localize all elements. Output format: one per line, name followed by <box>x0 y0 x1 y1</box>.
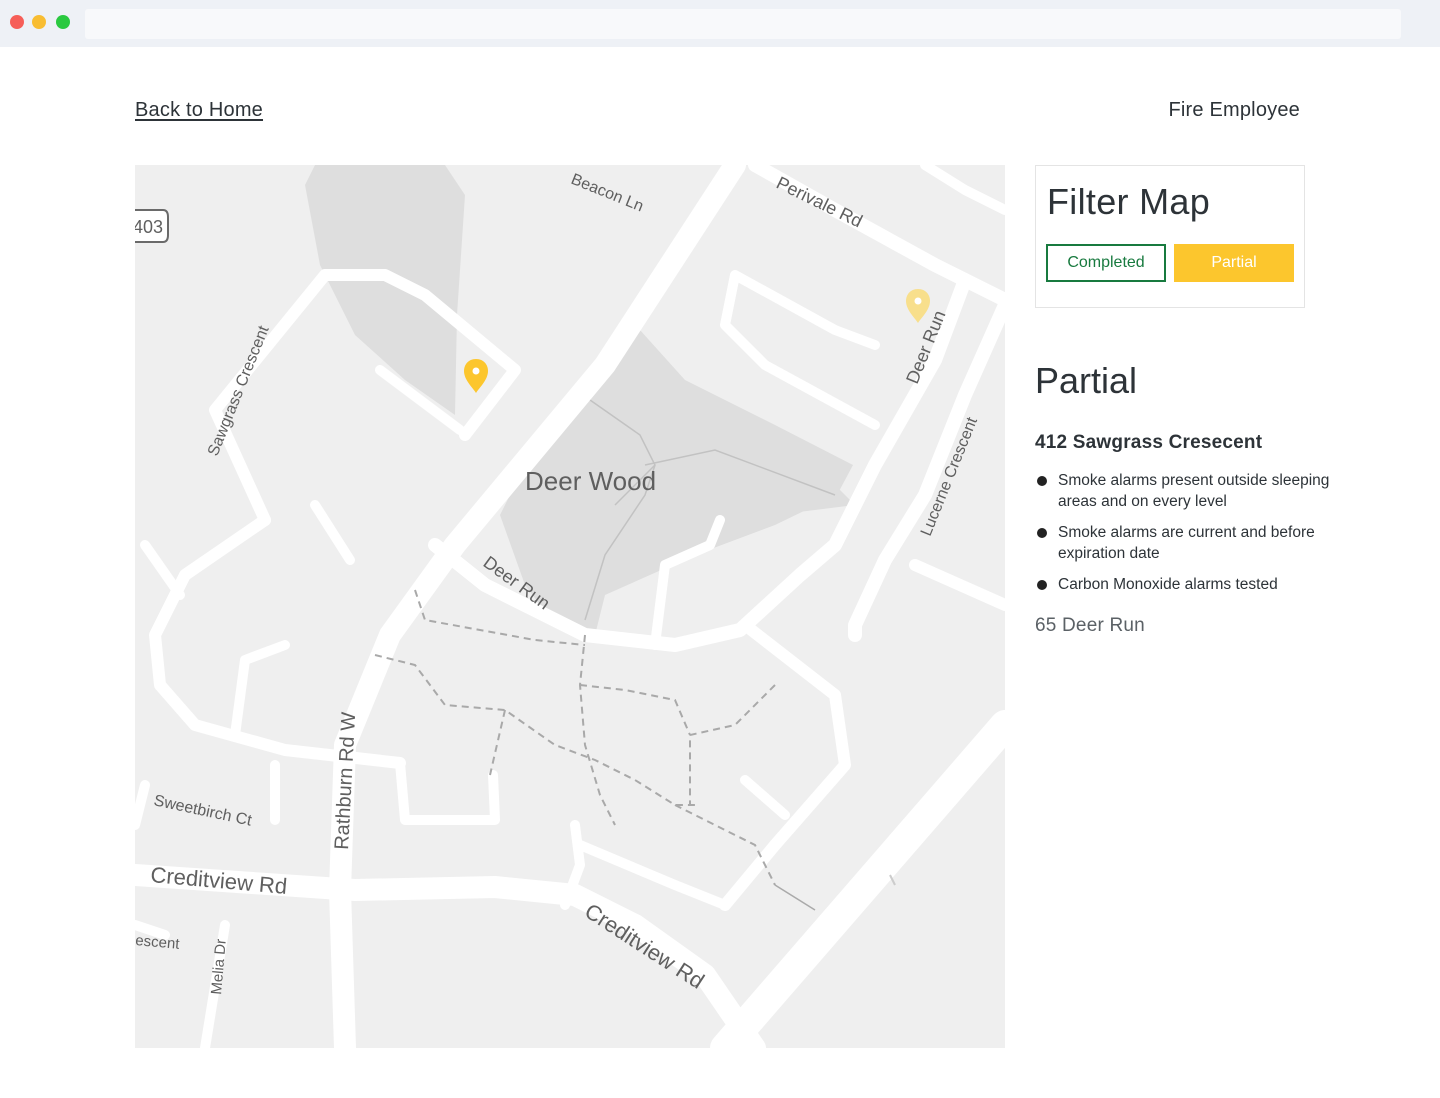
checklist-item: Smoke alarms present outside sleeping ar… <box>1035 470 1365 512</box>
map-view[interactable]: 403 Beacon Ln Perivale Rd Deer Run Sawgr… <box>135 165 1005 1048</box>
address-bar[interactable] <box>85 9 1401 39</box>
secondary-address[interactable]: 65 Deer Run <box>1035 615 1145 637</box>
map-area-label: Deer Wood <box>525 466 656 496</box>
close-window-button[interactable] <box>10 15 24 29</box>
street-label-creditview-west: Creditview Rd <box>150 862 289 899</box>
maximize-window-button[interactable] <box>56 15 70 29</box>
highway-shield-label: 403 <box>135 217 163 237</box>
filter-panel: Filter Map Completed Partial <box>1035 165 1305 308</box>
bullet-icon <box>1037 528 1047 538</box>
street-label-creditview-east: Creditview Rd <box>580 898 708 994</box>
street-label-crescent-sw: escent <box>135 932 181 953</box>
street-label-perivale: Perivale Rd <box>773 173 865 232</box>
bullet-icon <box>1037 476 1047 486</box>
primary-address[interactable]: 412 Sawgrass Cresecent <box>1035 432 1262 454</box>
checklist-item: Smoke alarms are current and before expi… <box>1035 522 1365 564</box>
highway-shield-icon: 403 <box>135 209 169 243</box>
completed-filter-button[interactable]: Completed <box>1046 244 1166 282</box>
street-label-sawgrass: Sawgrass Crescent <box>205 323 273 459</box>
street-label-beacon: Beacon Ln <box>569 171 646 215</box>
map-pin-icon[interactable] <box>464 359 488 393</box>
browser-chrome <box>0 0 1440 47</box>
filter-title: Filter Map <box>1047 181 1211 222</box>
bullet-icon <box>1037 580 1047 590</box>
back-to-home-link[interactable]: Back to Home <box>135 99 263 122</box>
checklist-item: Carbon Monoxide alarms tested <box>1035 574 1365 595</box>
street-label-melia: Melia Dr <box>208 938 230 995</box>
street-label-sweetbirch: Sweetbirch Ct <box>152 792 253 829</box>
inspection-checklist: Smoke alarms present outside sleeping ar… <box>1035 470 1365 605</box>
user-role-label: Fire Employee <box>1168 99 1300 121</box>
street-label-rathburn: Rathburn Rd W <box>331 711 360 850</box>
partial-filter-button[interactable]: Partial <box>1174 244 1294 282</box>
detail-heading: Partial <box>1035 360 1138 401</box>
minimize-window-button[interactable] <box>32 15 46 29</box>
